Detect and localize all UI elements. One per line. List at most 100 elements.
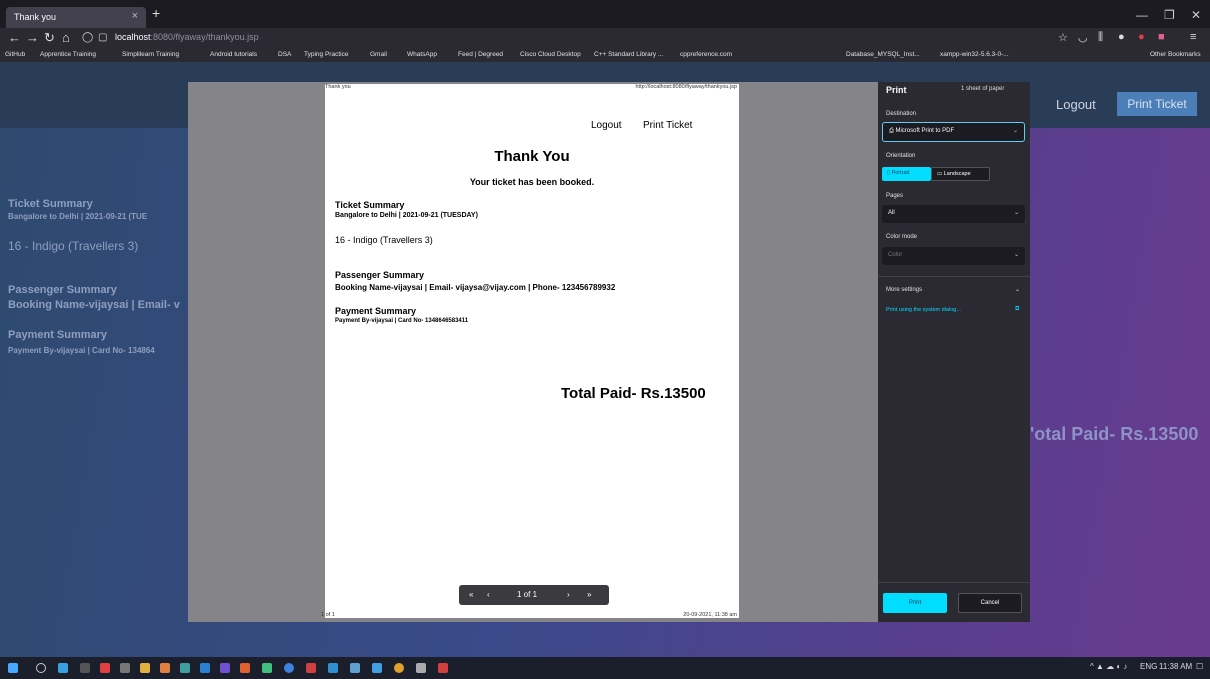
search-icon[interactable]: [36, 663, 46, 673]
preview-route: Bangalore to Delhi | 2021-09-21 (TUESDAY…: [335, 212, 478, 219]
bookmark-item[interactable]: DSA: [278, 51, 291, 58]
bookmark-item[interactable]: Gmail: [370, 51, 387, 58]
file-explorer-icon[interactable]: [140, 663, 150, 673]
new-tab-button[interactable]: +: [152, 5, 160, 21]
more-settings[interactable]: More settings: [886, 287, 922, 293]
page-footer-date: 20-09-2021, 11:38 am: [683, 612, 737, 618]
divider: [878, 582, 1030, 583]
other-bookmarks[interactable]: Other Bookmarks: [1150, 51, 1201, 58]
bookmark-item[interactable]: xampp-win32-5.6.3-0-...: [940, 51, 1009, 58]
back-icon[interactable]: ←: [8, 30, 21, 45]
windows-taskbar: ^ ▲ ☁ ◐ ♪ ENG 11:38 AM ☐: [0, 657, 1210, 679]
app-icon[interactable]: [328, 663, 338, 673]
bookmark-item[interactable]: Typing Practice: [304, 51, 348, 58]
previous-page-icon[interactable]: ‹: [487, 590, 490, 599]
app-icon[interactable]: [284, 663, 294, 673]
preview-passenger-heading: Passenger Summary: [335, 270, 425, 280]
bookmarks-bar: GitHub Apprentice Training Simplilearn T…: [0, 48, 1210, 62]
preview-print-ticket: Print Ticket: [643, 120, 693, 131]
payment-text: Payment By-vijaysai | Card No- 134864: [8, 346, 155, 355]
close-tab-icon[interactable]: ×: [132, 10, 138, 22]
bookmark-item[interactable]: Apprentice Training: [40, 51, 96, 58]
app-icon[interactable]: [372, 663, 382, 673]
vscode-icon[interactable]: [200, 663, 210, 673]
extension-icon[interactable]: ●: [1138, 31, 1145, 43]
browser-tab[interactable]: Thank you ×: [6, 7, 146, 28]
app-icon[interactable]: [80, 663, 90, 673]
last-page-icon[interactable]: »: [587, 590, 591, 599]
first-page-icon[interactable]: «: [469, 590, 473, 599]
landscape-label: Landscape: [943, 171, 971, 177]
cancel-button[interactable]: Cancel: [958, 593, 1022, 613]
clock[interactable]: 11:38 AM: [1159, 662, 1192, 671]
app-icon[interactable]: [262, 663, 272, 673]
extension-icon[interactable]: ■: [1158, 31, 1165, 43]
app-icon[interactable]: [180, 663, 190, 673]
extension-icon[interactable]: ●: [1118, 31, 1125, 43]
bookmark-item[interactable]: Cisco Cloud Desktop: [520, 51, 581, 58]
flight-text: 16 - Indigo (Travellers 3): [8, 239, 139, 253]
chevron-down-icon[interactable]: ⌄: [1015, 286, 1020, 293]
close-window-icon[interactable]: ✕: [1191, 8, 1201, 22]
print-ticket-button[interactable]: Print Ticket: [1117, 92, 1197, 116]
bookmark-item[interactable]: C++ Standard Library ...: [594, 51, 663, 58]
app-icon[interactable]: [438, 663, 448, 673]
app-icon[interactable]: [220, 663, 230, 673]
pages-select[interactable]: All ⌄: [882, 205, 1025, 223]
bookmark-item[interactable]: WhatsApp: [407, 51, 437, 58]
pages-value: All: [888, 210, 895, 216]
menu-icon[interactable]: ≡: [1190, 31, 1196, 43]
bookmark-item[interactable]: GitHub: [5, 51, 25, 58]
print-button[interactable]: Print: [883, 593, 947, 613]
system-dialog-link[interactable]: Print using the system dialog...: [886, 307, 961, 313]
shield-icon[interactable]: ◯: [82, 32, 93, 43]
passenger-summary-heading: Passenger Summary: [8, 284, 117, 296]
bookmark-item[interactable]: cppreference.com: [680, 51, 732, 58]
app-icon[interactable]: [160, 663, 170, 673]
app-icon[interactable]: [350, 663, 360, 673]
windows-start-icon[interactable]: [8, 663, 18, 673]
preview-flight: 16 - Indigo (Travellers 3): [335, 235, 433, 245]
color-mode-select[interactable]: Color ⌄: [882, 247, 1025, 265]
portrait-option[interactable]: ▯ Portrait: [882, 167, 931, 181]
address-bar[interactable]: localhost:8080/flyaway/thankyou.jsp: [115, 32, 259, 42]
edge-icon[interactable]: [58, 663, 68, 673]
library-icon[interactable]: ⫼: [1098, 31, 1103, 44]
pocket-icon[interactable]: ◡: [1078, 31, 1088, 44]
reload-icon[interactable]: ↻: [44, 30, 55, 46]
bookmark-item[interactable]: Android tutorials: [210, 51, 257, 58]
pages-label: Pages: [886, 193, 904, 199]
bookmark-star-icon[interactable]: ☆: [1058, 31, 1068, 44]
destination-select[interactable]: ⎙ Microsoft Print to PDF ⌄: [882, 122, 1025, 142]
restore-icon[interactable]: ❐: [1164, 8, 1175, 22]
landscape-option[interactable]: ▭ Landscape: [931, 167, 990, 181]
preview-title: Thank You: [494, 148, 570, 165]
preview-subtitle: Your ticket has been booked.: [469, 177, 595, 187]
app-icon[interactable]: [416, 663, 426, 673]
forward-icon[interactable]: →: [26, 30, 39, 45]
print-title: Print: [886, 85, 907, 95]
print-preview-page: Thank you http://localhost:8080/flyaway/…: [321, 84, 739, 618]
preview-booking: Booking Name-vijaysai | Email- vijaysa@v…: [335, 283, 616, 292]
bookmark-item[interactable]: Simplilearn Training: [122, 51, 179, 58]
sheet-count: 1 sheet of paper: [961, 86, 1005, 92]
notification-icon[interactable]: ☐: [1196, 662, 1203, 671]
home-icon[interactable]: ⌂: [62, 30, 70, 45]
app-icon[interactable]: [120, 663, 130, 673]
language-indicator[interactable]: ENG: [1140, 662, 1157, 671]
firefox-icon[interactable]: [240, 663, 250, 673]
logout-link[interactable]: Logout: [1056, 97, 1096, 112]
minimize-icon[interactable]: —: [1136, 8, 1148, 22]
bookmark-item[interactable]: Database_MYSQL_Inst...: [846, 51, 920, 58]
page-icon: ▢: [98, 32, 108, 43]
chevron-down-icon: ⌄: [1013, 252, 1019, 258]
destination-value: Microsoft Print to PDF: [895, 128, 955, 134]
bookmark-item[interactable]: Feed | Degreed: [458, 51, 503, 58]
total-paid-text: 'otal Paid- Rs.13500: [1030, 424, 1199, 444]
app-icon[interactable]: [100, 663, 110, 673]
ticket-summary-heading: Ticket Summary: [8, 198, 93, 210]
next-page-icon[interactable]: ›: [567, 590, 570, 599]
app-icon[interactable]: [306, 663, 316, 673]
chrome-icon[interactable]: [394, 663, 404, 673]
tray-icons[interactable]: ^ ▲ ☁ ◐ ♪: [1090, 662, 1127, 671]
